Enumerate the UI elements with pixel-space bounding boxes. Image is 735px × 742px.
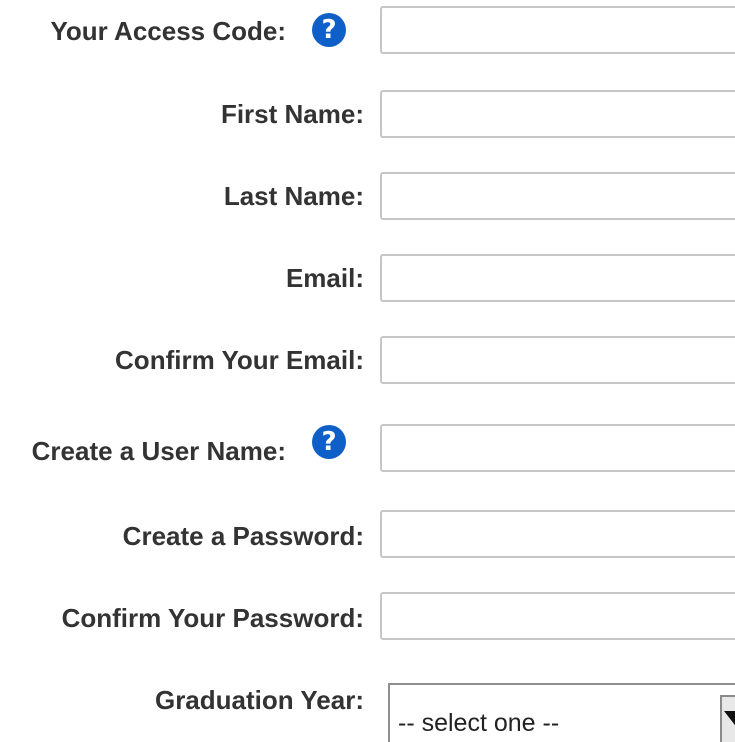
- graduation-year-select[interactable]: -- select one --: [388, 683, 735, 742]
- user-name-label: Create a User Name:: [31, 436, 286, 466]
- confirm-password-label: Confirm Your Password:: [61, 603, 364, 633]
- user-name-help-icon[interactable]: ?: [312, 425, 346, 459]
- confirm-email-input[interactable]: [380, 336, 735, 384]
- access-code-label: Your Access Code:: [50, 16, 286, 46]
- dropdown-button[interactable]: [720, 695, 735, 742]
- first-name-label: First Name:: [220, 99, 364, 129]
- graduation-year-selected-value: -- select one --: [398, 709, 560, 737]
- last-name-label: Last Name:: [223, 181, 364, 211]
- email-label: Email:: [285, 263, 364, 293]
- confirm-email-label: Confirm Your Email:: [115, 345, 364, 375]
- email-input[interactable]: [380, 254, 735, 302]
- access-code-help-icon[interactable]: ?: [312, 13, 346, 47]
- first-name-input[interactable]: [380, 90, 735, 138]
- user-name-input[interactable]: [380, 424, 735, 472]
- confirm-password-input[interactable]: [380, 592, 735, 640]
- last-name-input[interactable]: [380, 172, 735, 220]
- access-code-input[interactable]: [380, 6, 735, 54]
- chevron-down-icon: [724, 711, 735, 729]
- password-input[interactable]: [380, 510, 735, 558]
- password-label: Create a Password:: [122, 521, 364, 551]
- registration-form: Your Access Code: ? First Name: Last Nam…: [0, 0, 735, 742]
- graduation-year-label: Graduation Year:: [154, 685, 364, 715]
